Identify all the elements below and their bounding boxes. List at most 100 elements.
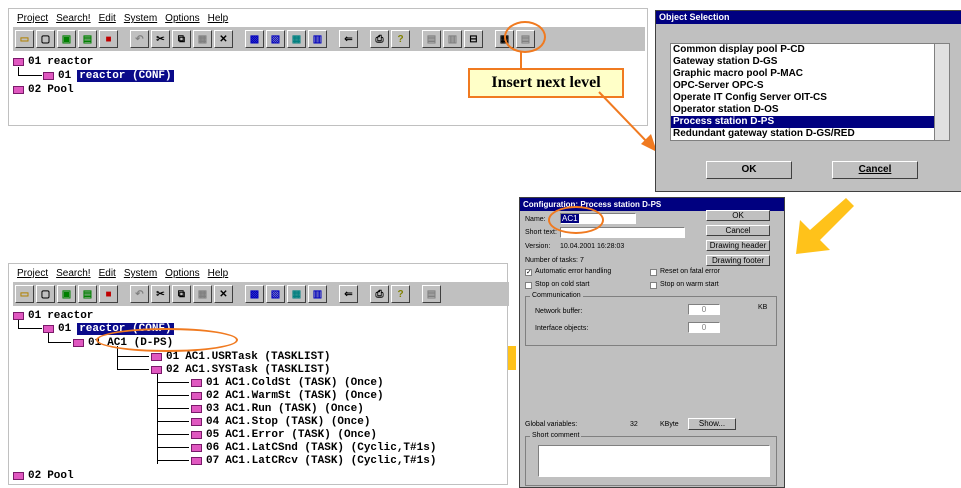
tree-icon[interactable]: ▧ <box>266 30 285 48</box>
tree-node[interactable]: 03 AC1.Run (TASK) (Once) <box>191 402 364 415</box>
print-icon[interactable]: ⎙ <box>370 285 389 303</box>
back-arrow-icon[interactable]: ⇐ <box>339 285 358 303</box>
list-icon[interactable]: ▩ <box>245 30 264 48</box>
properties-icon[interactable]: ▣ <box>57 285 76 303</box>
stop-cold-checkbox[interactable] <box>525 282 532 289</box>
tree-node[interactable]: 01 reactor (CONF) <box>43 69 174 82</box>
list-item[interactable]: Redundant gateway station D-GS/RED <box>671 128 949 140</box>
interface-objects-field[interactable]: 0 <box>688 322 720 333</box>
list-item[interactable]: Operator station D-OS <box>671 104 949 116</box>
menu-bar: Project Search! Edit System Options Help <box>13 266 232 282</box>
menu-help[interactable]: Help <box>204 266 233 282</box>
network-icon[interactable]: ▦ <box>287 285 306 303</box>
tree-node[interactable]: 02 AC1.WarmSt (TASK) (Once) <box>191 389 384 402</box>
new-icon[interactable]: ▢ <box>36 30 55 48</box>
object-list[interactable]: Common display pool P-CD Gateway station… <box>670 43 950 141</box>
drawing-header-button[interactable]: Drawing header <box>706 240 770 251</box>
drawing-footer-button[interactable]: Drawing footer <box>706 255 770 266</box>
auto-error-checkbox[interactable]: ✓ <box>525 269 532 276</box>
tree-node[interactable]: 01 AC1.ColdSt (TASK) (Once) <box>191 376 384 389</box>
tree-node[interactable]: 02 Pool <box>13 469 74 482</box>
insert-same-level-icon[interactable]: ▤ <box>422 285 441 303</box>
window-icon[interactable]: ▥ <box>308 285 327 303</box>
paste-icon[interactable]: ▦ <box>193 30 212 48</box>
cancel-button[interactable]: Cancel <box>706 225 770 236</box>
list-item[interactable]: Operate IT Config Server OIT-CS <box>671 92 949 104</box>
list-icon[interactable]: ▩ <box>245 285 264 303</box>
delete-icon[interactable]: ✕ <box>214 285 233 303</box>
stop-icon[interactable]: ■ <box>99 30 118 48</box>
tree-node[interactable]: 07 AC1.LatCRcv (TASK) (Cyclic,T#1s) <box>191 454 436 467</box>
toolbar: ▭ ▢ ▣ ▤ ■ ↶ ✂ ⧉ ▦ ✕ ▩ ▧ ▦ ▥ ⇐ ⎙ ? ▤ ▥ ⊟ … <box>13 27 645 51</box>
configuration-dialog: Configuration: Process station D-PS Name… <box>519 197 785 488</box>
node-icon <box>151 365 162 374</box>
toolbar: ▭ ▢ ▣ ▤ ■ ↶ ✂ ⧉ ▦ ✕ ▩ ▧ ▦ ▥ ⇐ ⎙ ? ▤ <box>13 282 509 306</box>
short-comment-field[interactable] <box>538 445 770 477</box>
cut-icon[interactable]: ✂ <box>151 285 170 303</box>
show-button[interactable]: Show... <box>688 418 736 430</box>
tree-node[interactable]: 01 reactor <box>13 309 93 322</box>
insert-next-level-icon[interactable]: ⊟ <box>464 30 483 48</box>
undo-icon[interactable]: ↶ <box>130 285 149 303</box>
menu-help[interactable]: Help <box>204 11 233 27</box>
copy-icon[interactable]: ⧉ <box>172 285 191 303</box>
reset-fatal-checkbox[interactable] <box>650 269 657 276</box>
copy-icon[interactable]: ⧉ <box>172 30 191 48</box>
menu-project[interactable]: Project <box>13 11 52 27</box>
scrollbar[interactable] <box>934 44 949 140</box>
document-icon[interactable]: ▤ <box>78 285 97 303</box>
list-item[interactable]: Gateway station D-GS <box>671 56 949 68</box>
node-icon <box>13 471 24 480</box>
network-buffer-field[interactable]: 0 <box>688 304 720 315</box>
new-icon[interactable]: ▢ <box>36 285 55 303</box>
dialog-title: Object Selection <box>656 11 961 24</box>
menu-edit[interactable]: Edit <box>95 266 120 282</box>
tree-node[interactable]: 02 AC1.SYSTask (TASKLIST) <box>151 363 330 376</box>
list-item-selected[interactable]: Process station D-PS <box>671 116 949 128</box>
undo-icon[interactable]: ↶ <box>130 30 149 48</box>
menu-options[interactable]: Options <box>161 266 203 282</box>
menu-system[interactable]: System <box>120 11 161 27</box>
delete-icon[interactable]: ✕ <box>214 30 233 48</box>
menu-system[interactable]: System <box>120 266 161 282</box>
cut-icon[interactable]: ✂ <box>151 30 170 48</box>
tree-node[interactable]: 01 AC1.USRTask (TASKLIST) <box>151 350 330 363</box>
open-icon[interactable]: ▭ <box>15 30 34 48</box>
tree-node[interactable]: 05 AC1.Error (TASK) (Once) <box>191 428 377 441</box>
help-icon[interactable]: ? <box>391 30 410 48</box>
tree-node[interactable]: 04 AC1.Stop (TASK) (Once) <box>191 415 370 428</box>
network-icon[interactable]: ▦ <box>287 30 306 48</box>
print-icon[interactable]: ⎙ <box>370 30 389 48</box>
tree-icon[interactable]: ▧ <box>266 285 285 303</box>
document-icon[interactable]: ▤ <box>78 30 97 48</box>
tree-node[interactable]: 02 Pool <box>13 83 74 96</box>
tree-node[interactable]: 01 reactor <box>13 55 93 68</box>
back-arrow-icon[interactable]: ⇐ <box>339 30 358 48</box>
ok-button[interactable]: OK <box>706 210 770 221</box>
tree-node[interactable]: 06 AC1.LatCSnd (TASK) (Cyclic,T#1s) <box>191 441 436 454</box>
open-icon[interactable]: ▭ <box>15 285 34 303</box>
list-item[interactable]: OPC-Server OPC-S <box>671 80 949 92</box>
menu-search[interactable]: Search! <box>52 11 94 27</box>
node-icon <box>73 338 84 347</box>
node-icon <box>151 352 162 361</box>
help-icon[interactable]: ? <box>391 285 410 303</box>
properties-icon[interactable]: ▣ <box>57 30 76 48</box>
cancel-button[interactable]: Cancel <box>832 161 918 179</box>
stop-icon[interactable]: ■ <box>99 285 118 303</box>
paste-icon[interactable]: ▦ <box>193 285 212 303</box>
window-icon[interactable]: ▥ <box>308 30 327 48</box>
list-item[interactable]: Common display pool P-CD <box>671 44 949 56</box>
menu-options[interactable]: Options <box>161 11 203 27</box>
insert-same-level-icon[interactable]: ▤ <box>422 30 441 48</box>
node-icon <box>191 391 202 400</box>
menu-project[interactable]: Project <box>13 266 52 282</box>
insert-above-icon[interactable]: ▥ <box>443 30 462 48</box>
list-item[interactable]: Graphic macro pool P-MAC <box>671 68 949 80</box>
highlight-circle-ac1 <box>96 328 238 352</box>
menu-edit[interactable]: Edit <box>95 11 120 27</box>
menu-search[interactable]: Search! <box>52 266 94 282</box>
ok-button[interactable]: OK <box>706 161 792 179</box>
highlight-circle-toolbar <box>504 21 546 53</box>
stop-warm-checkbox[interactable] <box>650 282 657 289</box>
